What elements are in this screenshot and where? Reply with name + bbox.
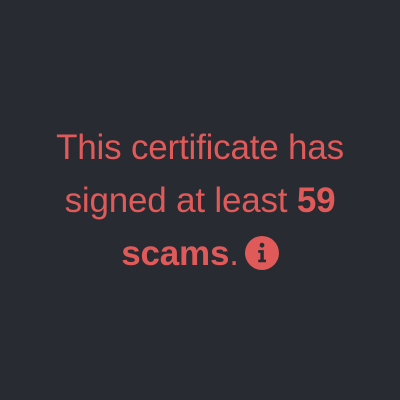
info-icon[interactable]	[244, 235, 279, 270]
scam-unit: scams	[121, 233, 230, 273]
warning-period: .	[229, 233, 239, 273]
certificate-warning-panel: This certificate has signed at least 59 …	[0, 0, 400, 400]
scam-count: 59	[296, 180, 336, 220]
scam-warning-message: This certificate has signed at least 59 …	[40, 121, 360, 280]
